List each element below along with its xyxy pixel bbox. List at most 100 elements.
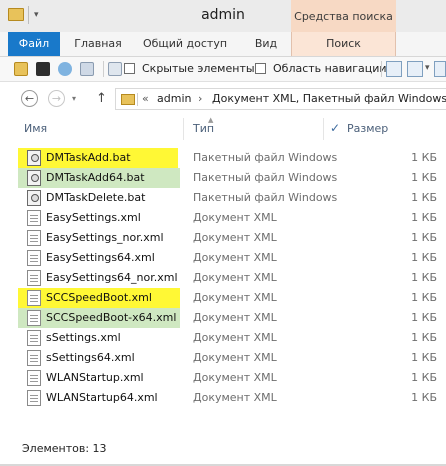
file-type: Документ XML [193,211,277,224]
navigation-pane-label: Область навигации [273,62,387,75]
checkmark-icon: ✓ [330,121,341,135]
tab-search[interactable]: Поиск [291,32,396,56]
file-size: 1 КБ [411,191,437,204]
batch-file-icon [27,170,41,186]
file-size: 1 КБ [411,351,437,364]
title-bar: ▾ admin Средства поиска [0,0,446,33]
breadcrumb-admin[interactable]: admin [157,92,191,105]
explorer-window: ▾ admin Средства поиска Файл Главная Общ… [0,0,446,466]
xml-file-icon [27,390,41,406]
folder-icon [8,8,24,21]
column-divider[interactable] [183,118,184,140]
file-type: Документ XML [193,311,277,324]
quick-access-dropdown-icon[interactable]: ▾ [34,10,39,20]
view-toolbar: Скрытые элементы Область навигации ▾ [0,57,446,82]
file-row[interactable]: EasySettings.xml Документ XML 1 КБ [0,208,446,228]
file-type: Документ XML [193,331,277,344]
scanner-icon[interactable] [80,62,94,76]
file-row[interactable]: SCCSpeedBoot.xml Документ XML 1 КБ [0,288,446,308]
monitor-icon[interactable] [36,62,50,76]
ribbon-tabs: Файл Главная Общий доступ Вид Поиск [0,32,446,57]
file-size: 1 КБ [411,391,437,404]
batch-file-icon [27,190,41,206]
file-type: Пакетный файл Windows [193,171,338,184]
breadcrumb-search[interactable]: Документ XML, Пакетный файл Windows [212,92,446,105]
file-row[interactable]: EasySettings64.xml Документ XML 1 КБ [0,248,446,268]
file-row[interactable]: SCCSpeedBoot-x64.xml Документ XML 1 КБ [0,308,446,328]
file-size: 1 КБ [411,151,437,164]
address-divider [137,93,138,106]
address-bar[interactable]: « admin › Документ XML, Пакетный файл Wi… [115,88,446,110]
column-size[interactable]: Размер [347,122,388,135]
search-tools-header: Средства поиска [291,0,396,32]
file-row[interactable]: EasySettings64_nor.xml Документ XML 1 КБ [0,268,446,288]
quick-access-divider [28,6,29,24]
pane-dropdown-icon[interactable]: ▾ [425,63,430,73]
file-name: EasySettings_nor.xml [46,231,164,244]
file-name: SCCSpeedBoot-x64.xml [46,311,177,324]
column-type[interactable]: Тип [193,122,214,135]
xml-file-icon [27,270,41,286]
file-size: 1 КБ [411,271,437,284]
file-row[interactable]: sSettings64.xml Документ XML 1 КБ [0,348,446,368]
file-size: 1 КБ [411,211,437,224]
details-pane-icon[interactable] [386,61,402,77]
xml-file-icon [27,290,41,306]
file-name: DMTaskDelete.bat [46,191,146,204]
xml-file-icon [27,350,41,366]
file-size: 1 КБ [411,331,437,344]
file-size: 1 КБ [411,231,437,244]
file-name: sSettings64.xml [46,351,135,364]
file-type: Документ XML [193,391,277,404]
file-size: 1 КБ [411,371,437,384]
media-icon[interactable] [108,62,122,76]
column-divider[interactable] [323,118,324,140]
file-name: DMTaskAdd.bat [46,151,131,164]
tab-home[interactable]: Главная [68,32,128,56]
column-name[interactable]: Имя [24,122,47,135]
tab-view[interactable]: Вид [244,32,288,56]
address-overflow-icon[interactable]: « [142,92,149,105]
file-size: 1 КБ [411,291,437,304]
file-name: WLANStartup64.xml [46,391,158,404]
file-row[interactable]: WLANStartup64.xml Документ XML 1 КБ [0,388,446,408]
file-row[interactable]: DMTaskDelete.bat Пакетный файл Windows 1 К… [0,188,446,208]
file-type: Документ XML [193,371,277,384]
file-type: Документ XML [193,291,277,304]
toolbar-divider [103,61,104,77]
back-button[interactable]: ← [21,90,38,107]
preview-pane-icon[interactable] [407,61,423,77]
status-bar: Элементов: 13 [0,436,446,466]
layout-icon[interactable] [434,61,446,77]
hidden-items-checkbox[interactable] [124,63,135,74]
xml-file-icon [27,370,41,386]
file-size: 1 КБ [411,251,437,264]
forward-button[interactable]: → [48,90,65,107]
file-type: Документ XML [193,231,277,244]
address-bar-row: ← → ▾ ↑ « admin › Документ XML, Пакетный… [0,86,446,112]
xml-file-icon [27,210,41,226]
file-name: DMTaskAdd64.bat [46,171,145,184]
xml-file-icon [27,310,41,326]
file-row[interactable]: EasySettings_nor.xml Документ XML 1 КБ [0,228,446,248]
recent-locations-icon[interactable]: ▾ [72,94,76,103]
file-row[interactable]: DMTaskAdd64.bat Пакетный файл Windows 1 КБ [0,168,446,188]
file-type: Документ XML [193,351,277,364]
breadcrumb-separator[interactable]: › [198,92,202,105]
file-row[interactable]: DMTaskAdd.bat Пакетный файл Windows 1 КБ [0,148,446,168]
file-size: 1 КБ [411,171,437,184]
batch-file-icon [27,150,41,166]
folder-icon [121,94,135,105]
file-row[interactable]: WLANStartup.xml Документ XML 1 КБ [0,368,446,388]
file-type: Документ XML [193,271,277,284]
up-button[interactable]: ↑ [96,91,107,106]
file-name: WLANStartup.xml [46,371,144,384]
navigation-pane-checkbox[interactable] [255,63,266,74]
tab-share[interactable]: Общий доступ [139,32,231,56]
folder-pane-icon[interactable] [14,62,28,76]
file-row[interactable]: sSettings.xml Документ XML 1 КБ [0,328,446,348]
network-icon[interactable] [58,62,72,76]
xml-file-icon [27,330,41,346]
item-count: Элементов: 13 [22,442,107,455]
tab-file[interactable]: Файл [8,32,60,56]
